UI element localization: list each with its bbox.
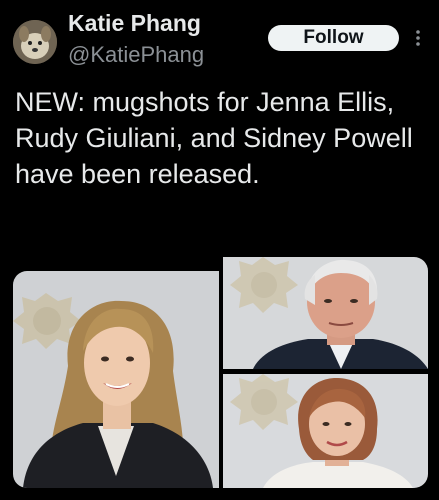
author-handle[interactable]: @KatiePhang: [68, 42, 204, 68]
more-vertical-icon: [416, 30, 420, 46]
tweet-media-grid[interactable]: [13, 257, 428, 488]
mugshot-1-image: [13, 271, 219, 488]
tweet-text: NEW: mugshots for Jenna Ellis, Rudy Giul…: [15, 87, 413, 189]
mugshot-photo-2[interactable]: [223, 257, 428, 369]
follow-button[interactable]: Follow: [268, 25, 399, 51]
author-avatar[interactable]: [13, 20, 57, 64]
author-display-name[interactable]: Katie Phang: [68, 10, 201, 37]
dog-avatar-icon: [13, 20, 57, 64]
mugshot-photo-3[interactable]: [223, 374, 428, 488]
more-options-button[interactable]: [407, 27, 429, 49]
mugshot-2-image: [223, 257, 428, 369]
mugshot-photo-1[interactable]: [13, 271, 219, 488]
mugshot-3-image: [223, 374, 428, 488]
